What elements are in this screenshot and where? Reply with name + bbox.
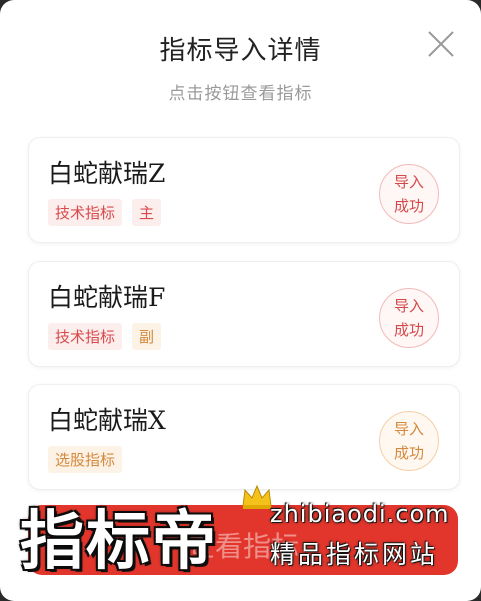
indicator-tags: 技术指标 主	[48, 199, 162, 226]
indicator-name: 白蛇献瑞F	[48, 283, 166, 312]
indicator-tags: 选股指标	[48, 446, 123, 473]
crown-icon	[242, 484, 272, 509]
stamp-line-1: 导入	[393, 420, 424, 438]
watermark-url: zhibiaodi.com	[270, 500, 450, 528]
stamp-line-2: 成功	[393, 444, 424, 462]
import-success-stamp: 导入 成功	[379, 164, 439, 224]
indicator-name: 白蛇献瑞Z	[48, 159, 166, 188]
indicator-card-f[interactable]: 白蛇献瑞F 技术指标 副 导入 成功	[28, 261, 460, 367]
tag-role: 副	[132, 323, 162, 350]
dialog-title: 指标导入详情	[159, 36, 322, 66]
indicator-tags: 技术指标 副	[48, 323, 162, 350]
stamp-line-2: 成功	[393, 197, 424, 215]
import-success-stamp: 导入 成功	[379, 411, 439, 471]
tag-type: 技术指标	[48, 323, 123, 350]
indicator-card-x[interactable]: 白蛇献瑞X 选股指标 导入 成功	[28, 384, 460, 490]
import-details-dialog: 指标导入详情 点击按钮查看指标 白蛇献瑞Z 技术指标 主 导入 成功 白蛇献瑞F…	[0, 0, 481, 601]
tag-type: 选股指标	[48, 446, 123, 473]
dialog-subtitle: 点击按钮查看指标	[168, 84, 313, 104]
stamp-line-1: 导入	[393, 297, 424, 315]
stamp-line-1: 导入	[393, 173, 424, 191]
close-icon[interactable]	[423, 26, 459, 62]
tag-type: 技术指标	[48, 199, 123, 226]
indicator-card-z[interactable]: 白蛇献瑞Z 技术指标 主 导入 成功	[28, 137, 460, 243]
watermark-slogan: 精品指标网站	[270, 540, 439, 569]
indicator-name: 白蛇献瑞X	[48, 406, 166, 435]
tag-role: 主	[132, 199, 162, 226]
watermark-brand: 指标帝	[20, 505, 218, 579]
import-success-stamp: 导入 成功	[379, 288, 439, 348]
stamp-line-2: 成功	[393, 321, 424, 339]
